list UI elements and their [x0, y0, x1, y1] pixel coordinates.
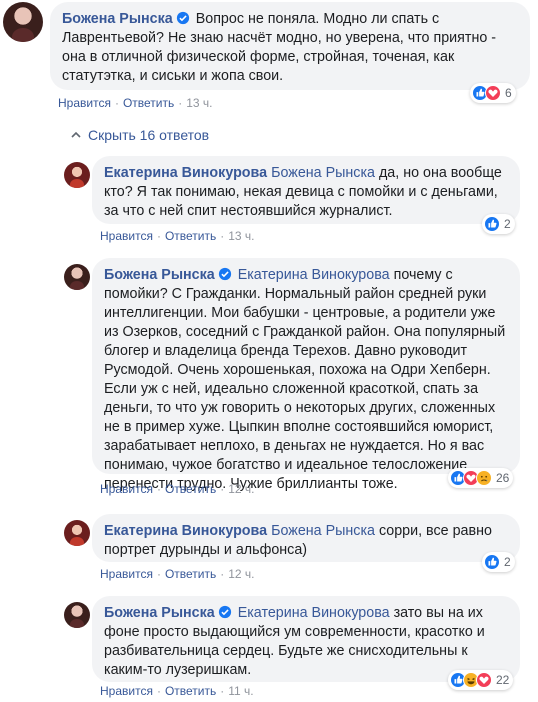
- mention-link[interactable]: Екатерина Винокурова: [238, 605, 390, 621]
- comment-text-line: не в пример хуже. Цыпкин вполне состоявш…: [104, 419, 494, 435]
- like-link[interactable]: Нравится: [58, 96, 111, 110]
- like-link[interactable]: Нравится: [100, 684, 153, 698]
- comment-author[interactable]: Божена Рынска: [104, 605, 215, 621]
- comment-text-line: помойки? С Гражданки. Нормальный район с…: [104, 286, 487, 302]
- reaction-count: 26: [496, 471, 510, 485]
- comment-actions: Нравится · Ответить · 12 ч.: [100, 567, 255, 581]
- like-link[interactable]: Нравится: [100, 482, 153, 496]
- comment-text-line: каким-то лузеришкам.: [104, 662, 252, 678]
- reactions-summary[interactable]: 2: [482, 552, 515, 572]
- like-reaction-icon: [484, 554, 500, 570]
- comment-bubble: Екатерина Винокурова Божена Рынска сорри…: [92, 514, 520, 562]
- comment-text-line: Вопрос не поняла. Модно ли спать с: [195, 11, 440, 27]
- hide-replies-label: Скрыть 16 ответов: [88, 127, 210, 143]
- hide-replies-toggle[interactable]: Скрыть 16 ответов: [70, 127, 209, 143]
- reply-link[interactable]: Ответить: [123, 96, 174, 110]
- comment-text-line: понимаю, чужое богатство и идеальное тел…: [104, 457, 468, 473]
- comment-actions: Нравится · Ответить · 13 ч.: [100, 229, 255, 243]
- comment-bubble: Божена Рынска Екатерина Винокурова почем…: [92, 258, 520, 492]
- timestamp[interactable]: 12 ч.: [228, 482, 254, 496]
- comment-bubble: Екатерина Винокурова Божена Рынска да, н…: [92, 156, 520, 224]
- comment-text-line: деньги, то что уж говорить о некоторых д…: [104, 400, 496, 416]
- comment-text-line: блогер и владелица бренда Терехов. Давно…: [104, 343, 468, 359]
- reaction-count: 6: [505, 86, 512, 100]
- timestamp[interactable]: 13 ч.: [186, 96, 212, 110]
- reply-link[interactable]: Ответить: [165, 567, 216, 581]
- comment-text-line: зато вы на их: [393, 605, 483, 621]
- comment-actions: Нравится · Ответить · 12 ч.: [100, 482, 255, 496]
- comment-text-line: она в отличной физической форме, стройна…: [62, 49, 455, 65]
- comment-text-line: да, но она вообще: [378, 165, 502, 181]
- reply-link[interactable]: Ответить: [165, 229, 216, 243]
- comment-author[interactable]: Екатерина Винокурова: [104, 165, 267, 181]
- comment-text-line: сорри, все равно: [378, 523, 492, 539]
- mention-link[interactable]: Екатерина Винокурова: [238, 267, 390, 283]
- comment-text-line: Лаврентьевой? Не знаю насчёт модно, но у…: [62, 30, 497, 46]
- reactions-summary[interactable]: 6: [470, 83, 516, 103]
- comment-author[interactable]: Екатерина Винокурова: [104, 523, 267, 539]
- timestamp[interactable]: 11 ч.: [228, 684, 253, 698]
- comment-text-line: зарабатывает неплохо, в деньгах не нужда…: [104, 438, 485, 454]
- love-reaction-icon: [485, 85, 501, 101]
- verified-badge-icon: [218, 605, 231, 619]
- sad-reaction-icon: [476, 470, 492, 486]
- comment-author[interactable]: Божена Рынска: [62, 11, 173, 27]
- verified-badge-icon: [176, 11, 189, 25]
- reaction-count: 22: [496, 673, 510, 687]
- mention-link[interactable]: Божена Рынска: [271, 165, 375, 181]
- reply-link[interactable]: Ответить: [165, 684, 216, 698]
- comment-actions: Нравится · Ответить · 13 ч.: [58, 96, 213, 110]
- avatar[interactable]: [64, 520, 90, 546]
- like-link[interactable]: Нравится: [100, 229, 153, 243]
- comment-bubble: Божена Рынска Вопрос не поняла. Модно ли…: [50, 2, 530, 90]
- avatar[interactable]: [64, 264, 90, 290]
- avatar[interactable]: [64, 602, 90, 628]
- like-link[interactable]: Нравится: [100, 567, 153, 581]
- comment-text-line: портрет дурынды и альфонса): [104, 542, 308, 558]
- comment-text-line: Русмодой. Очень хорошенькая, похожа на О…: [104, 362, 491, 378]
- comment-text-line: из Озерков, соседний с Гражданкой район.…: [104, 324, 506, 340]
- collapse-arrow-icon: [71, 131, 81, 138]
- comment-text-line: за что с ней спит нестоявшийся журналист…: [104, 203, 393, 219]
- avatar[interactable]: [3, 2, 43, 42]
- love-reaction-icon: [476, 672, 492, 688]
- mention-link[interactable]: Божена Рынска: [271, 523, 375, 539]
- like-reaction-icon: [484, 216, 500, 232]
- timestamp[interactable]: 12 ч.: [228, 567, 254, 581]
- reactions-summary[interactable]: 2: [482, 214, 515, 234]
- comment-text-line: почему с: [393, 267, 453, 283]
- comment-text-line: статутэтка, и сиськи и жопа свои.: [62, 68, 284, 84]
- comment-text-line: интеллигенции. Мои бабушки - центровые, …: [104, 305, 496, 321]
- reactions-summary[interactable]: 26: [448, 468, 514, 488]
- comment-author[interactable]: Божена Рынска: [104, 267, 215, 283]
- reactions-summary[interactable]: 22: [448, 670, 514, 690]
- comment-text-line: разбивательница сердец. Будьте же снисхо…: [104, 643, 468, 659]
- avatar[interactable]: [64, 162, 90, 188]
- verified-badge-icon: [218, 267, 231, 281]
- reply-link[interactable]: Ответить: [165, 482, 216, 496]
- comment-actions: Нравится · Ответить · 11 ч.: [100, 684, 254, 698]
- comment-text-line: фоне просто выдающийся ум современности,…: [104, 624, 485, 640]
- comment-text-line: Если уж с ней, идеально сложенной красот…: [104, 381, 479, 397]
- reaction-count: 2: [504, 217, 511, 231]
- timestamp[interactable]: 13 ч.: [228, 229, 254, 243]
- reaction-count: 2: [504, 555, 511, 569]
- comment-text-line: кто? Я так понимаю, некая девица с помой…: [104, 184, 498, 200]
